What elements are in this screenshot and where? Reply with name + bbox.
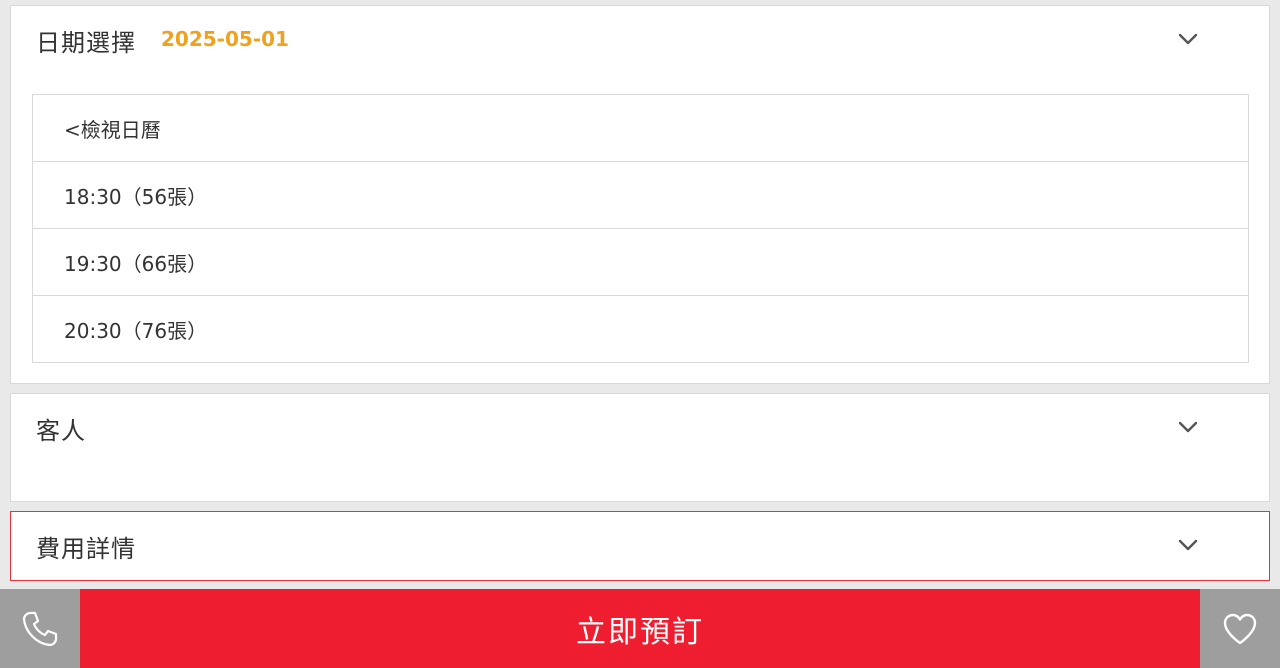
- book-now-button[interactable]: 立即預訂: [80, 589, 1200, 668]
- guests-panel: 客人: [10, 393, 1270, 502]
- guests-title: 客人: [36, 417, 86, 445]
- time-slot-list: <檢視日曆 18:30（56張） 19:30（66張） 20:30（76張）: [32, 94, 1249, 363]
- selected-date: 2025-05-01: [161, 27, 289, 51]
- fee-details-panel: 費用詳情: [10, 511, 1270, 581]
- date-selection-panel: 日期選擇 2025-05-01 <檢視日曆 18:30（56張） 19:30（6…: [10, 5, 1270, 384]
- guests-header[interactable]: 客人: [11, 394, 1269, 462]
- chevron-down-icon[interactable]: [1177, 416, 1199, 438]
- favorite-button[interactable]: [1200, 589, 1280, 668]
- phone-icon: [19, 608, 61, 650]
- view-calendar-link[interactable]: <檢視日曆: [33, 95, 1248, 162]
- fee-details-title: 費用詳情: [36, 535, 136, 563]
- time-slot-option[interactable]: 18:30（56張）: [33, 162, 1248, 229]
- call-button[interactable]: [0, 589, 80, 668]
- date-selection-title: 日期選擇: [36, 29, 136, 57]
- chevron-down-icon[interactable]: [1177, 534, 1199, 556]
- chevron-down-icon[interactable]: [1177, 28, 1199, 50]
- time-slot-option[interactable]: 19:30（66張）: [33, 229, 1248, 296]
- fee-details-header[interactable]: 費用詳情: [11, 512, 1269, 580]
- date-selection-header[interactable]: 日期選擇 2025-05-01: [11, 6, 1269, 74]
- bottom-action-bar: 立即預訂: [0, 589, 1280, 668]
- time-slot-option[interactable]: 20:30（76張）: [33, 296, 1248, 362]
- booking-page: 日期選擇 2025-05-01 <檢視日曆 18:30（56張） 19:30（6…: [0, 0, 1280, 668]
- heart-icon: [1219, 608, 1261, 650]
